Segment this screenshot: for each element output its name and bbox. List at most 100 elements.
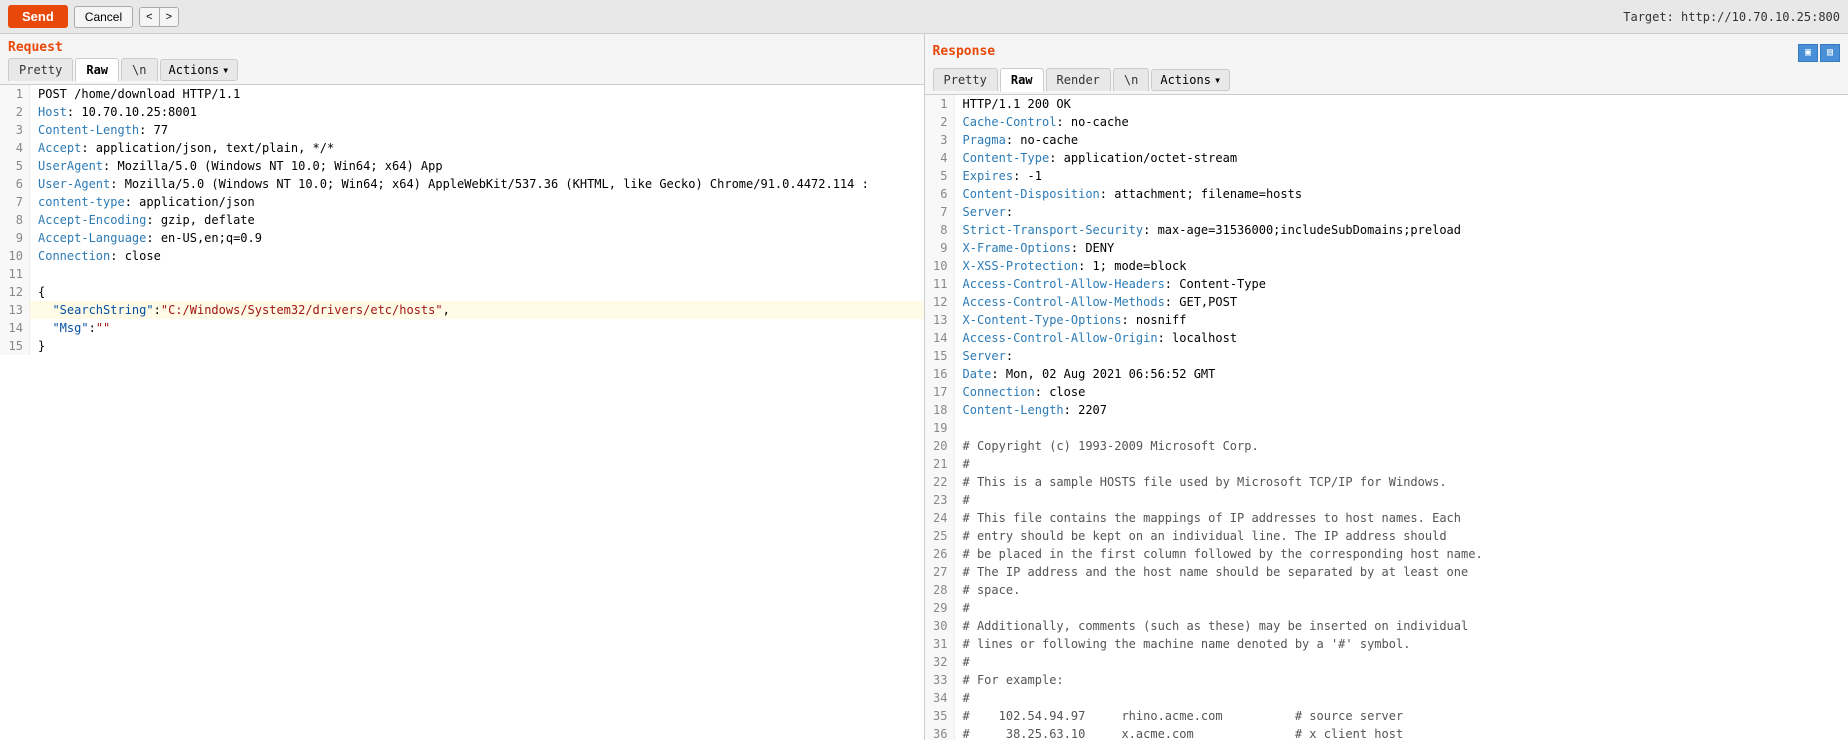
table-row: 7Server: [925, 203, 1848, 221]
line-content: Accept: application/json, text/plain, */… [30, 139, 924, 157]
line-content: Host: 10.70.10.25:8001 [30, 103, 924, 121]
send-button[interactable]: Send [8, 5, 68, 28]
table-row: 13X-Content-Type-Options: nosniff [925, 311, 1848, 329]
table-row: 29# [925, 599, 1848, 617]
table-row: 8Accept-Encoding: gzip, deflate [0, 211, 924, 229]
line-content: "Msg":"" [30, 319, 924, 337]
line-content: # [955, 599, 1848, 617]
request-content: 1POST /home/download HTTP/1.12Host: 10.7… [0, 85, 924, 740]
line-content: # Additionally, comments (such as these)… [955, 617, 1848, 635]
request-pane: Request Pretty Raw \n Actions ▾ 1POST /h… [0, 34, 925, 740]
line-content: # [955, 491, 1848, 509]
line-content: Cache-Control: no-cache [955, 113, 1848, 131]
line-content: Connection: close [955, 383, 1848, 401]
table-row: 19 [925, 419, 1848, 437]
line-content: Date: Mon, 02 Aug 2021 06:56:52 GMT [955, 365, 1848, 383]
split-container: Request Pretty Raw \n Actions ▾ 1POST /h… [0, 34, 1848, 740]
line-number: 1 [0, 85, 30, 103]
line-number: 31 [925, 635, 955, 653]
table-row: 11Access-Control-Allow-Headers: Content-… [925, 275, 1848, 293]
line-content [955, 419, 1848, 437]
table-row: 27# The IP address and the host name sho… [925, 563, 1848, 581]
line-number: 20 [925, 437, 955, 455]
line-content: # [955, 653, 1848, 671]
line-content: # [955, 455, 1848, 473]
table-row: 22# This is a sample HOSTS file used by … [925, 473, 1848, 491]
table-row: 12{ [0, 283, 924, 301]
table-row: 13 "SearchString":"C:/Windows/System32/d… [0, 301, 924, 319]
request-tab-bar: Pretty Raw \n Actions ▾ [0, 55, 924, 85]
table-row: 2Cache-Control: no-cache [925, 113, 1848, 131]
response-tab-pretty[interactable]: Pretty [933, 68, 998, 91]
table-row: 31# lines or following the machine name … [925, 635, 1848, 653]
line-content: Accept-Encoding: gzip, deflate [30, 211, 924, 229]
table-row: 36# 38.25.63.10 x.acme.com # x client ho… [925, 725, 1848, 740]
line-number: 32 [925, 653, 955, 671]
line-number: 10 [925, 257, 955, 275]
table-row: 5Expires: -1 [925, 167, 1848, 185]
request-tab-actions[interactable]: Actions ▾ [160, 59, 239, 81]
table-row: 28# space. [925, 581, 1848, 599]
line-number: 4 [0, 139, 30, 157]
request-tab-ln[interactable]: \n [121, 58, 157, 81]
table-row: 24# This file contains the mappings of I… [925, 509, 1848, 527]
table-row: 30# Additionally, comments (such as thes… [925, 617, 1848, 635]
line-number: 8 [925, 221, 955, 239]
nav-forward-button[interactable]: > [160, 8, 178, 26]
line-content: # 102.54.94.97 rhino.acme.com # source s… [955, 707, 1848, 725]
line-content: { [30, 283, 924, 301]
request-tab-pretty[interactable]: Pretty [8, 58, 73, 81]
line-content: UserAgent: Mozilla/5.0 (Windows NT 10.0;… [30, 157, 924, 175]
response-pane: Response ▣ ▤ Pretty Raw Render \n Action… [925, 34, 1848, 740]
request-tab-raw[interactable]: Raw [75, 58, 119, 82]
table-row: 14Access-Control-Allow-Origin: localhost [925, 329, 1848, 347]
line-number: 15 [925, 347, 955, 365]
table-row: 23# [925, 491, 1848, 509]
line-number: 34 [925, 689, 955, 707]
response-tab-actions[interactable]: Actions ▾ [1151, 69, 1230, 91]
line-content: Server: [955, 347, 1848, 365]
line-number: 6 [925, 185, 955, 203]
line-content: Expires: -1 [955, 167, 1848, 185]
line-content: } [30, 337, 924, 355]
line-content: HTTP/1.1 200 OK [955, 95, 1848, 113]
line-number: 17 [925, 383, 955, 401]
line-number: 5 [925, 167, 955, 185]
line-number: 21 [925, 455, 955, 473]
line-number: 1 [925, 95, 955, 113]
line-content: Accept-Language: en-US,en;q=0.9 [30, 229, 924, 247]
line-number: 8 [0, 211, 30, 229]
single-view-icon[interactable]: ▤ [1820, 44, 1840, 62]
response-code: 1HTTP/1.1 200 OK2Cache-Control: no-cache… [925, 95, 1848, 740]
line-content [30, 265, 924, 283]
table-row: 12Access-Control-Allow-Methods: GET,POST [925, 293, 1848, 311]
table-row: 10Connection: close [0, 247, 924, 265]
table-row: 1POST /home/download HTTP/1.1 [0, 85, 924, 103]
line-content: # This file contains the mappings of IP … [955, 509, 1848, 527]
response-tab-raw[interactable]: Raw [1000, 68, 1044, 92]
response-tab-ln[interactable]: \n [1113, 68, 1149, 91]
table-row: 7content-type: application/json [0, 193, 924, 211]
line-content: X-Content-Type-Options: nosniff [955, 311, 1848, 329]
nav-back-button[interactable]: < [140, 8, 159, 26]
cancel-button[interactable]: Cancel [74, 6, 133, 28]
line-content: # [955, 689, 1848, 707]
table-row: 15} [0, 337, 924, 355]
line-content: POST /home/download HTTP/1.1 [30, 85, 924, 103]
table-row: 11 [0, 265, 924, 283]
table-row: 2Host: 10.70.10.25:8001 [0, 103, 924, 121]
line-number: 3 [925, 131, 955, 149]
line-content: Access-Control-Allow-Methods: GET,POST [955, 293, 1848, 311]
line-number: 14 [0, 319, 30, 337]
response-tab-render[interactable]: Render [1046, 68, 1111, 91]
line-number: 16 [925, 365, 955, 383]
line-number: 22 [925, 473, 955, 491]
table-row: 3Content-Length: 77 [0, 121, 924, 139]
line-number: 15 [0, 337, 30, 355]
table-row: 34# [925, 689, 1848, 707]
table-row: 14 "Msg":"" [0, 319, 924, 337]
line-number: 29 [925, 599, 955, 617]
split-view-icon[interactable]: ▣ [1798, 44, 1818, 62]
line-number: 18 [925, 401, 955, 419]
line-number: 36 [925, 725, 955, 740]
